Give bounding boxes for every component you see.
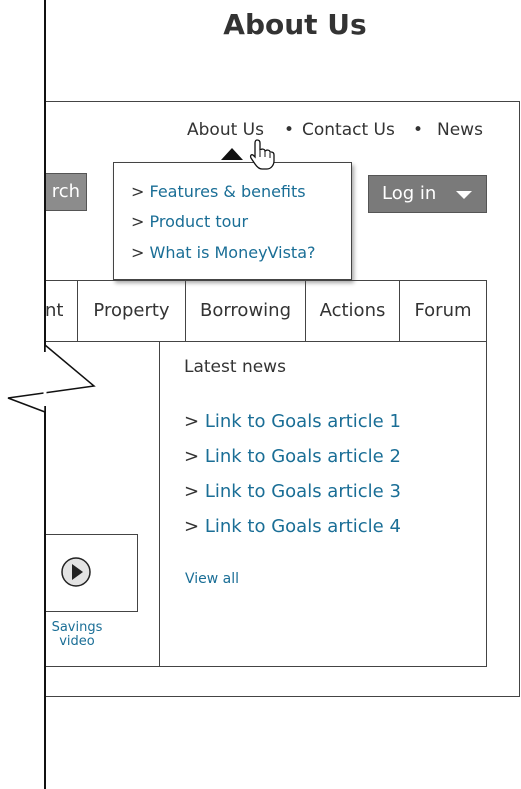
- page-break-icon: [7, 343, 96, 414]
- play-icon: [61, 557, 91, 587]
- wireframe-overlay: [7, 0, 275, 789]
- hand-cursor-icon: [249, 139, 275, 170]
